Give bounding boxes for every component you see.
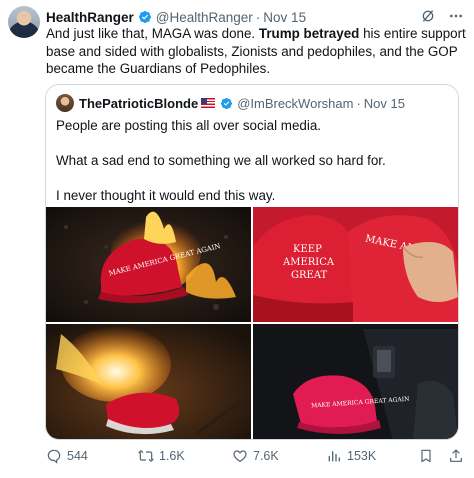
like-count: 7.6K <box>253 449 279 463</box>
header-actions <box>420 8 464 24</box>
hat-text-2c: GREAT <box>291 270 327 281</box>
reply-count: 544 <box>67 449 88 463</box>
tweet-action-bar: 544 1.6K 7.6K 153K <box>46 448 466 468</box>
quote-author-avatar <box>56 94 74 112</box>
grok-icon[interactable] <box>420 8 436 24</box>
hat-text-2a: KEEP <box>293 244 322 255</box>
quote-date: Nov 15 <box>363 95 405 111</box>
views-icon <box>328 451 340 462</box>
media-photo-burning-hat-1[interactable]: MAKE AMERICA GREAT AGAIN <box>46 207 251 322</box>
hat-text-2b: AMERICA <box>282 257 335 268</box>
tweet-date[interactable]: Nov 15 <box>263 10 306 25</box>
quoted-tweet-card[interactable]: ThePatrioticBlonde @ImBreckWorsham · Nov… <box>45 84 459 440</box>
heart-icon <box>233 450 247 463</box>
header-separator: · <box>255 9 261 25</box>
more-icon[interactable] <box>448 8 464 24</box>
tweet-text-bold: Trump betrayed <box>258 26 360 41</box>
quote-author-handle: @ImBreckWorsham <box>237 95 354 111</box>
tweet-text: And just like that, MAGA was done. Trump… <box>46 25 466 78</box>
bookmark-button[interactable] <box>418 448 434 464</box>
repost-count: 1.6K <box>159 449 185 463</box>
media-photo-burning-hat-2[interactable] <box>46 324 251 439</box>
media-photo-burning-hat-3[interactable]: MAKE AMERICA GREAT AGAIN <box>253 324 458 439</box>
tweet-header: HealthRanger @HealthRanger · Nov 15 <box>46 8 464 26</box>
quote-header: ThePatrioticBlonde @ImBreckWorsham · Nov… <box>56 94 405 112</box>
author-display-name[interactable]: HealthRanger <box>46 10 134 25</box>
quote-author-display-name: ThePatrioticBlonde <box>79 95 199 111</box>
quote-paragraph: I never thought it would end this way. <box>56 188 276 203</box>
verified-badge-icon <box>221 97 233 109</box>
repost-button[interactable]: 1.6K <box>138 448 185 464</box>
reply-button[interactable]: 544 <box>46 448 88 464</box>
bookmark-icon <box>421 449 431 463</box>
tweet-text-part1: And just like that, MAGA was done. <box>46 26 259 41</box>
media-photo-hats-held[interactable]: KEEP AMERICA GREAT MAKE AM <box>253 207 458 322</box>
quote-paragraph: People are posting this all over social … <box>56 118 321 133</box>
share-icon <box>450 449 462 462</box>
like-button[interactable]: 7.6K <box>232 448 279 464</box>
reply-icon <box>47 449 61 464</box>
repost-icon <box>138 450 154 462</box>
views-button[interactable]: 153K <box>326 448 376 464</box>
author-avatar[interactable] <box>8 6 40 38</box>
quote-separator: · <box>356 95 361 111</box>
share-button[interactable] <box>448 448 464 464</box>
quote-paragraph: What a sad end to something we all worke… <box>56 153 386 168</box>
views-count: 153K <box>347 449 377 463</box>
author-handle[interactable]: @HealthRanger <box>156 10 253 25</box>
media-grid: MAKE AMERICA GREAT AGAIN KEEP AMERICA GR… <box>46 207 458 439</box>
verified-badge-icon[interactable] <box>138 10 152 24</box>
us-flag-icon <box>201 98 216 108</box>
